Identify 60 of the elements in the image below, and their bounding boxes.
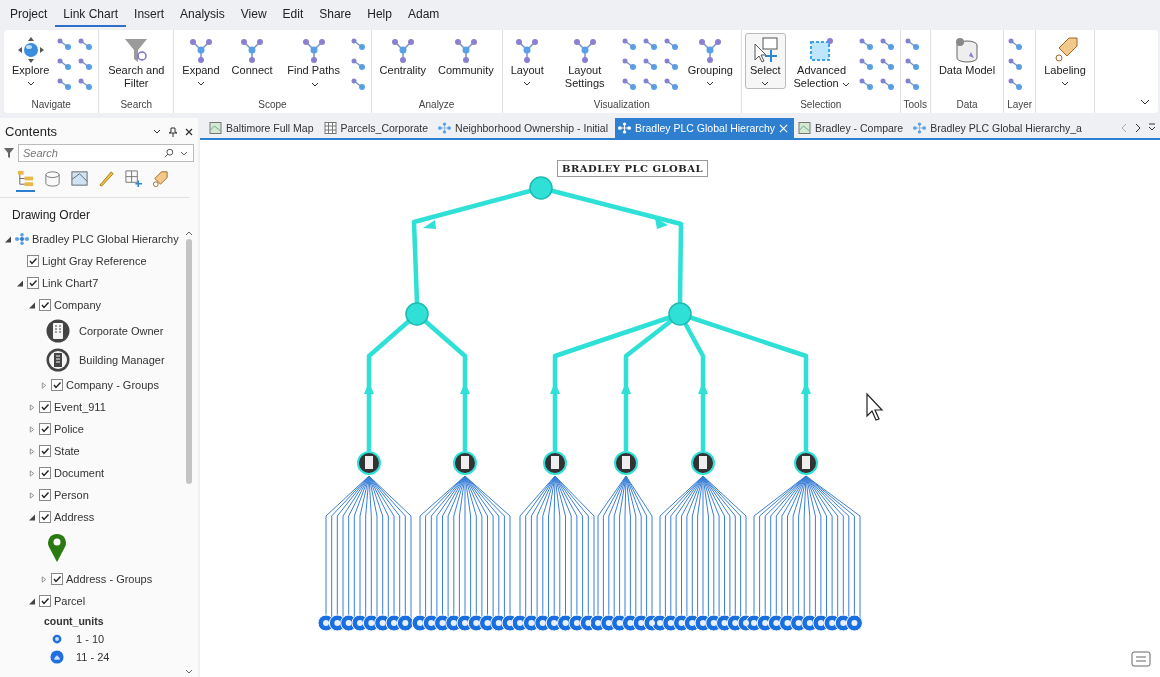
menu-tab[interactable]: Help (359, 3, 400, 27)
search-field[interactable]: Search (18, 144, 194, 162)
layer-name[interactable]: Link Chart7 (42, 277, 99, 289)
layer-name[interactable]: Bradley PLC Global Hierarchy (32, 233, 179, 245)
ribbon-button[interactable]: Expand (177, 33, 225, 89)
document-tab[interactable]: Parcels_Corporate (320, 118, 435, 138)
menu-tab[interactable]: Insert (126, 3, 173, 27)
group-label: Visualization (592, 99, 651, 112)
layer-name[interactable]: Police (54, 423, 84, 435)
legend-label: Corporate Owner (79, 324, 164, 337)
layer-name[interactable]: Address (54, 511, 95, 523)
legend-label: 1 - 10 (76, 633, 105, 645)
menu-tab[interactable]: Adam (399, 3, 448, 27)
ribbon-button[interactable]: Connect (226, 33, 278, 80)
menu-tab[interactable]: Share (311, 3, 360, 27)
ribbon-button[interactable]: Advanced Selection (787, 33, 856, 93)
ribbon-button[interactable]: Search and Filter (102, 33, 171, 93)
layer-name[interactable]: Company - Groups (66, 379, 159, 391)
menu-tab[interactable]: View (232, 3, 275, 27)
document-tab[interactable]: Bradley PLC Global Hierarchy_a (910, 118, 1088, 138)
ribbon-button[interactable]: Explore (7, 33, 55, 89)
document-tab[interactable]: Bradley - Compare (795, 118, 910, 138)
group-label: Tools (903, 99, 927, 112)
ribbon-button[interactable]: Select (745, 33, 786, 89)
group-label: Search (119, 99, 154, 112)
layer-name[interactable]: Company (54, 299, 102, 311)
node-label: BRADLEY PLC GLOBAL (557, 160, 708, 177)
document-tab[interactable]: Neighborhood Ownership - Initial (435, 118, 614, 138)
ribbon-button[interactable]: Find Paths (279, 33, 348, 93)
layer-name[interactable]: Address - Groups (66, 573, 153, 585)
layer-name[interactable]: Person (54, 489, 89, 501)
menu-tab[interactable]: Edit (274, 3, 312, 27)
ribbon-button[interactable]: Layout Settings (550, 33, 619, 93)
group-label: Scope (257, 99, 288, 112)
legend-heading: count_units (44, 615, 104, 627)
layer-name[interactable]: State (54, 445, 80, 457)
menu-tab[interactable]: Link Chart (55, 3, 127, 27)
ribbon-button[interactable]: Centrality (374, 33, 432, 80)
document-tab[interactable]: Bradley PLC Global Hierarchy (615, 118, 795, 138)
menu-tab[interactable]: Project (2, 3, 56, 27)
layer-name[interactable]: Light Gray Reference (42, 255, 147, 267)
ribbon-button[interactable]: Grouping (682, 33, 738, 89)
group-label: Layer (1007, 99, 1033, 112)
ribbon-button[interactable]: Layout (505, 33, 549, 89)
layer-name[interactable]: Event_911 (54, 401, 106, 413)
legend-label: 11 - 24 (76, 651, 110, 663)
ribbon-button[interactable]: Data Model (933, 33, 1001, 80)
ribbon-button[interactable]: Labeling (1039, 33, 1091, 89)
group-label: Navigate (30, 99, 72, 112)
ribbon-button[interactable]: Community (433, 33, 499, 80)
group-label: Selection (799, 99, 843, 112)
section-heading: Drawing Order (11, 207, 92, 224)
legend-label: Building Manager (79, 353, 165, 366)
group-label: Analyze (417, 99, 456, 112)
layer-name[interactable]: Parcel (54, 595, 86, 607)
panel-title: Contents (5, 124, 59, 139)
group-label: Data (955, 99, 979, 112)
menu-tab[interactable]: Analysis (172, 3, 233, 27)
document-tab[interactable]: Baltimore Full Map (206, 118, 320, 138)
layer-name[interactable]: Document (54, 467, 105, 479)
